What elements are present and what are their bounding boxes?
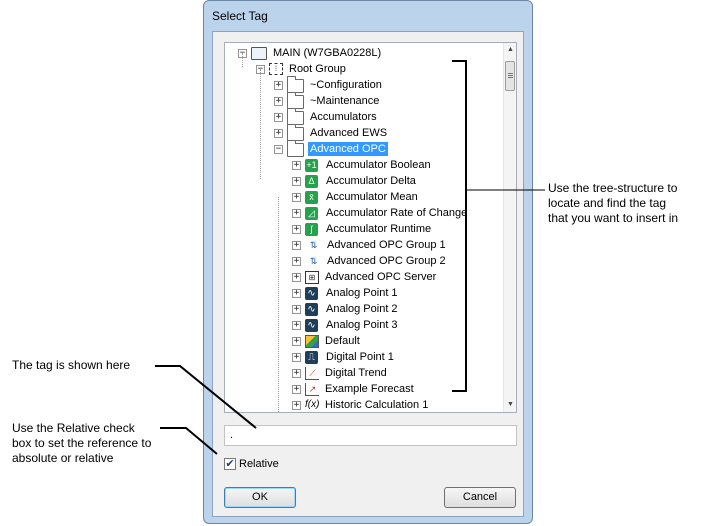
tree-bracket	[452, 60, 467, 392]
tag-callout-connector	[155, 365, 257, 429]
relative-callout-connector	[160, 427, 218, 455]
callout-lines	[155, 60, 545, 455]
